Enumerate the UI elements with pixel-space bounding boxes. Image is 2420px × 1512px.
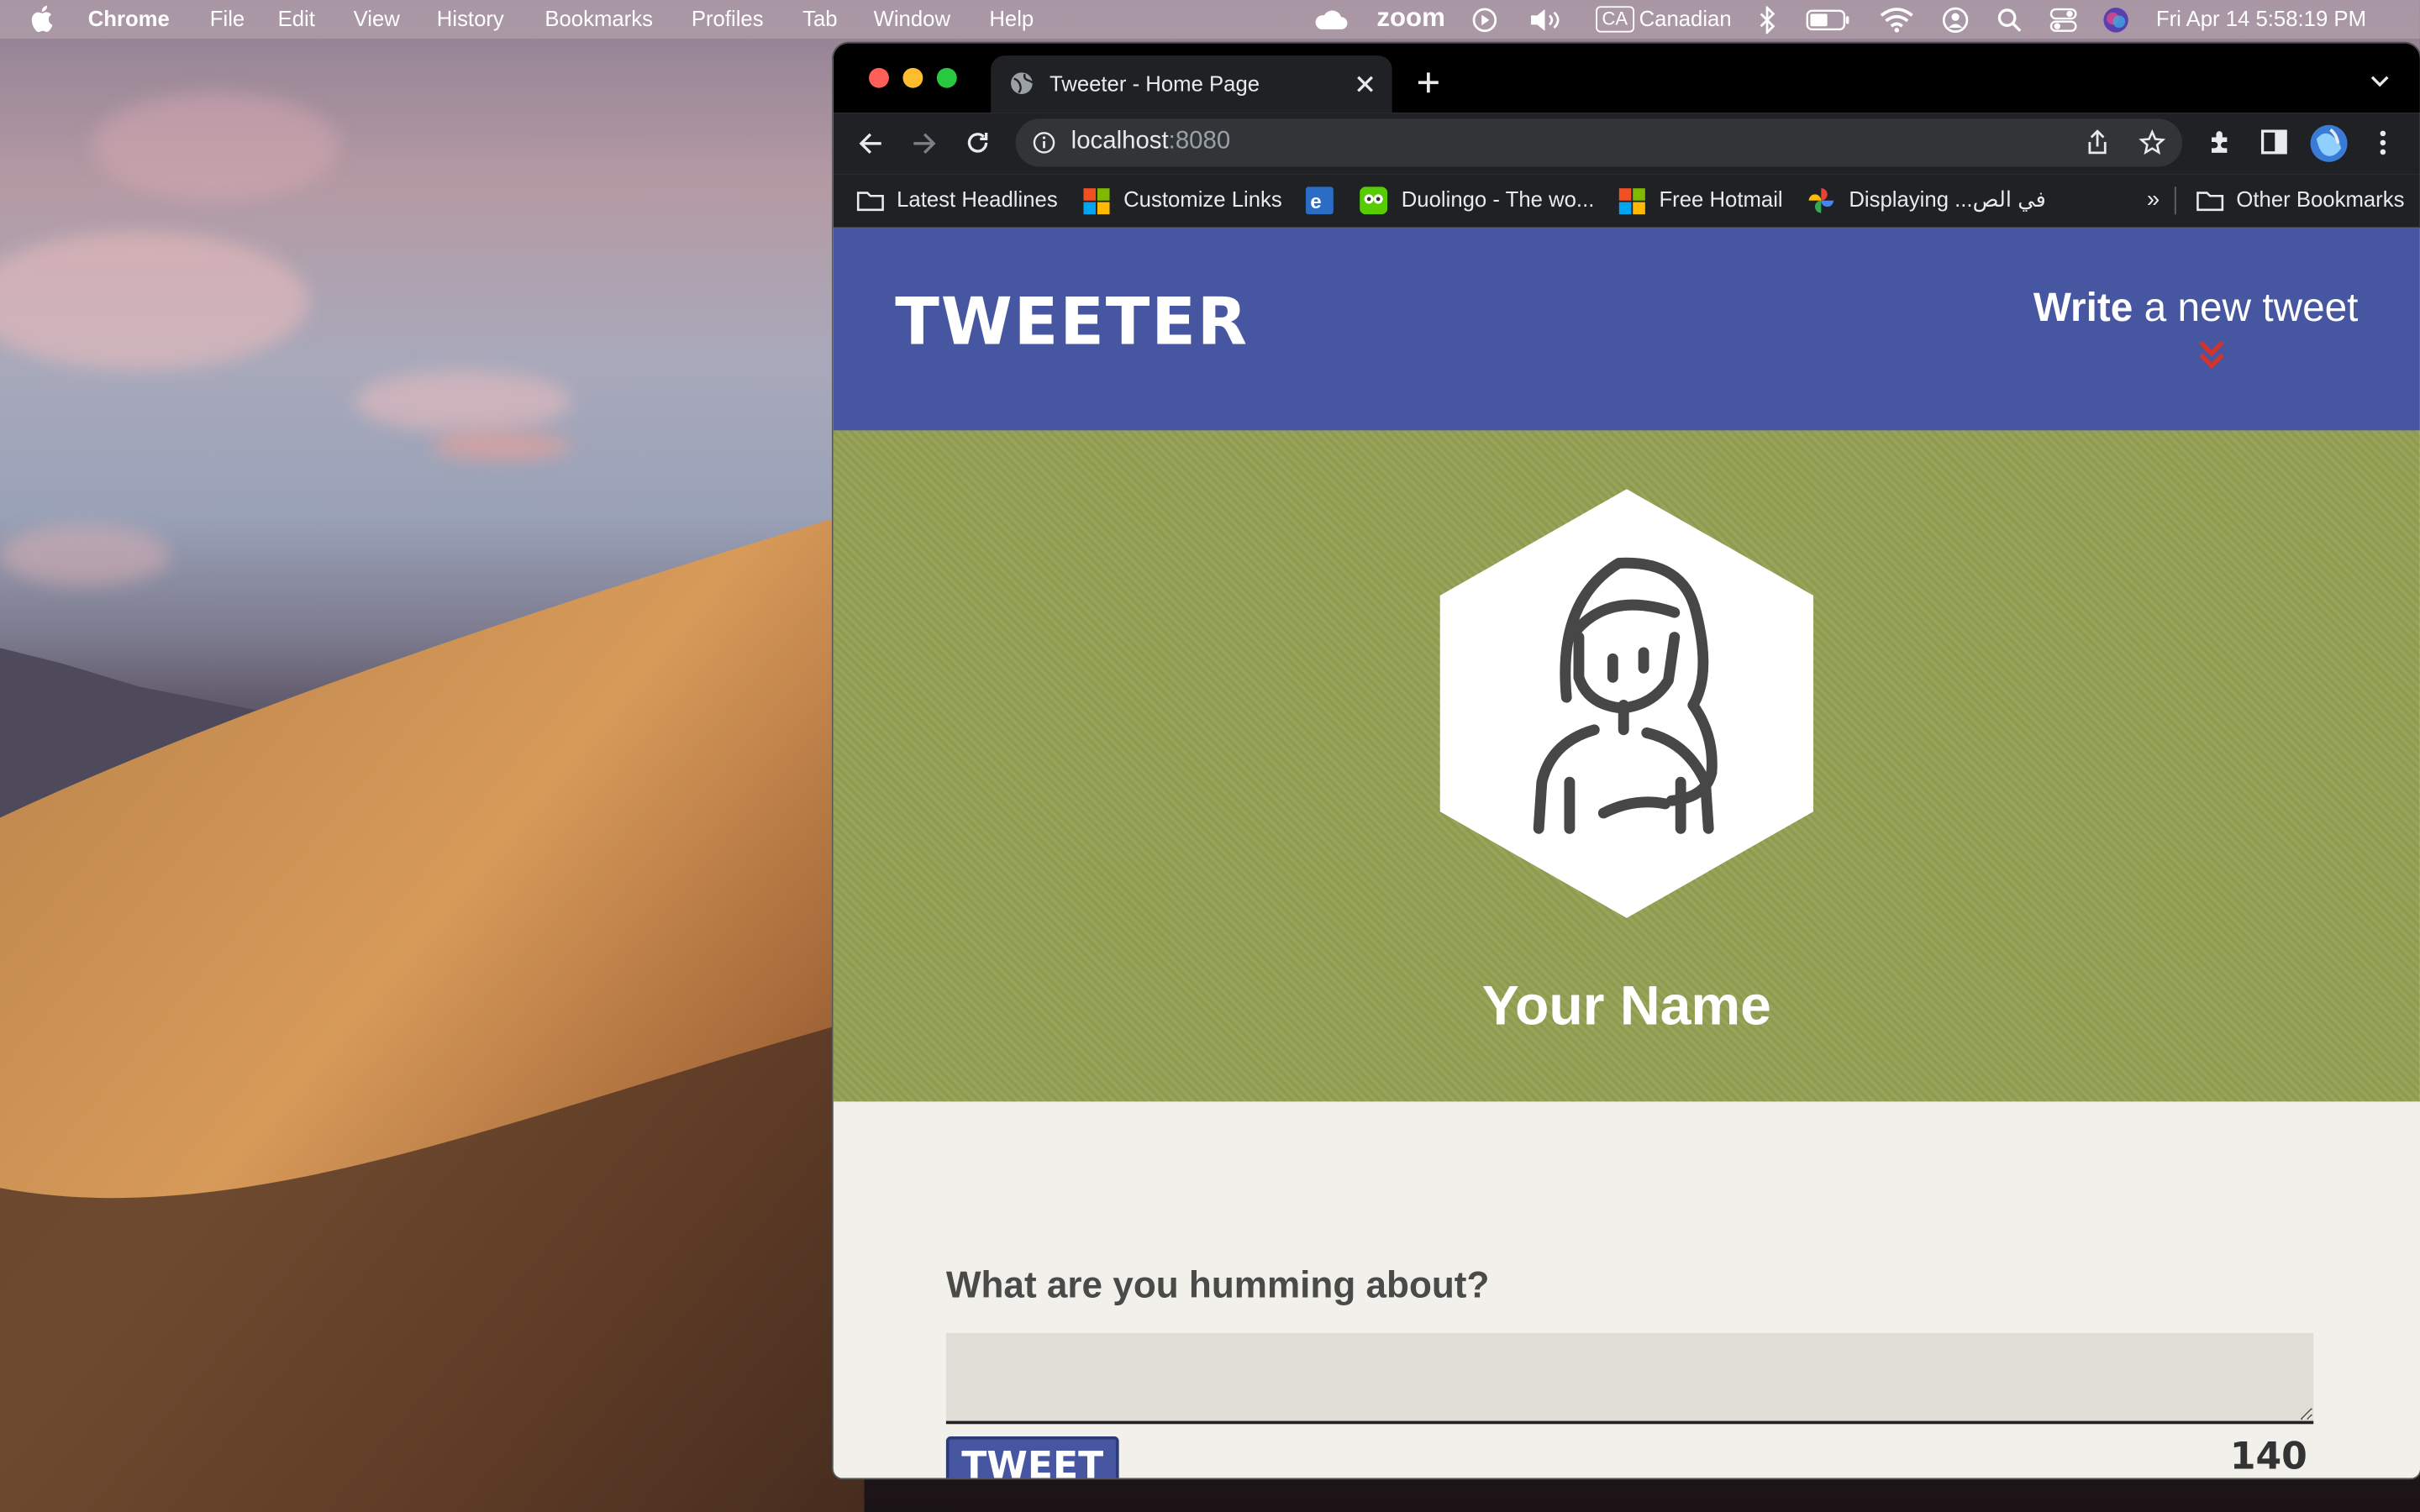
more-bookmarks-chevron[interactable]: » bbox=[2147, 186, 2160, 213]
more-menu-icon[interactable] bbox=[2378, 129, 2387, 155]
volume-icon[interactable] bbox=[1528, 8, 1565, 32]
menu-file[interactable]: File bbox=[210, 6, 245, 30]
write-new-tweet-link[interactable]: Write a new tweet bbox=[2033, 284, 2359, 332]
tab-strip: Tweeter - Home Page bbox=[833, 43, 2420, 113]
bookmark-latest-headlines[interactable]: Latest Headlines bbox=[897, 186, 1058, 211]
new-tab-icon[interactable] bbox=[1417, 71, 1440, 94]
apple-menu-icon[interactable] bbox=[31, 5, 55, 33]
profile-avatar[interactable] bbox=[2309, 123, 2349, 164]
bookmark-other-bookmarks[interactable]: Other Bookmarks bbox=[2236, 186, 2404, 211]
play-icon[interactable] bbox=[1472, 8, 1497, 33]
menu-window[interactable]: Window bbox=[874, 6, 950, 30]
write-label-rest: a new tweet bbox=[2133, 283, 2359, 331]
share-icon[interactable] bbox=[2085, 129, 2109, 155]
sand-dune bbox=[0, 509, 865, 1512]
bookmarks-bar: Latest Headlines Customize Links e Duoli… bbox=[833, 174, 2420, 228]
tab-tweeter-home[interactable]: Tweeter - Home Page bbox=[991, 55, 1392, 113]
profile-avatar-hexagon bbox=[1439, 489, 1814, 918]
tweet-textarea[interactable] bbox=[945, 1332, 2314, 1425]
double-chevron-down-icon[interactable] bbox=[2197, 339, 2225, 370]
bookmark-displaying[interactable]: Displaying ...في الص bbox=[1849, 186, 2046, 213]
close-window-button[interactable] bbox=[869, 67, 889, 88]
user-account-icon[interactable] bbox=[1942, 6, 1970, 34]
side-panel-icon[interactable] bbox=[2260, 129, 2287, 155]
menu-history[interactable]: History bbox=[437, 6, 504, 30]
character-counter: 140 bbox=[2229, 1435, 2307, 1478]
zoom-status-item[interactable]: zoom bbox=[1376, 3, 1445, 34]
reload-icon[interactable] bbox=[965, 129, 991, 155]
tab-search-chevron-icon[interactable] bbox=[2370, 76, 2389, 88]
bookmark-star-icon[interactable] bbox=[2139, 129, 2165, 155]
tab-title: Tweeter - Home Page bbox=[1049, 71, 1260, 96]
input-source-badge[interactable]: CA bbox=[1596, 6, 1634, 33]
e-learning-icon[interactable]: e bbox=[1305, 186, 1334, 215]
bookmark-free-hotmail[interactable]: Free Hotmail bbox=[1659, 186, 1782, 211]
microsoft-logo-icon bbox=[1618, 188, 1645, 215]
menu-clock[interactable]: Fri Apr 14 5:58:19 PM bbox=[2156, 6, 2366, 30]
address-bar[interactable]: localhost:8080 bbox=[1015, 118, 2183, 167]
menu-app-name[interactable]: Chrome bbox=[88, 6, 170, 30]
maximize-window-button[interactable] bbox=[936, 67, 957, 88]
macos-menu-bar: Chrome File Edit View History Bookmarks … bbox=[0, 0, 2420, 39]
close-tab-icon[interactable] bbox=[1356, 76, 1373, 92]
bluetooth-icon[interactable] bbox=[1758, 6, 1776, 34]
back-arrow-icon[interactable] bbox=[858, 131, 882, 155]
menu-edit[interactable]: Edit bbox=[278, 6, 315, 30]
tweet-button[interactable]: TWEET bbox=[945, 1436, 1119, 1478]
site-info-icon[interactable] bbox=[1033, 131, 1056, 155]
input-source-label[interactable]: Canadian bbox=[1639, 6, 1732, 30]
spotlight-search-icon[interactable] bbox=[1997, 8, 2022, 32]
forward-arrow-icon[interactable] bbox=[912, 131, 936, 155]
site-header: TWEETER Write a new tweet bbox=[833, 228, 2420, 431]
menu-bookmarks[interactable]: Bookmarks bbox=[544, 6, 653, 30]
profile-name: Your Name bbox=[1481, 973, 1771, 1037]
cloud-icon[interactable] bbox=[1312, 9, 1349, 31]
folder-icon bbox=[2196, 192, 2224, 212]
url-text: localhost:8080 bbox=[1071, 128, 1231, 155]
duolingo-owl-icon bbox=[1360, 186, 1388, 215]
browser-window: Tweeter - Home Page localhost:8080 Lates… bbox=[833, 43, 2420, 1478]
web-page: TWEETER Write a new tweet Your Name What… bbox=[833, 228, 2420, 1478]
bookmark-duolingo[interactable]: Duolingo - The wo... bbox=[1402, 186, 1595, 211]
battery-icon[interactable] bbox=[1806, 9, 1852, 31]
url-port: :8080 bbox=[1168, 128, 1231, 155]
browser-toolbar: localhost:8080 bbox=[833, 113, 2420, 175]
composer-label: What are you humming about? bbox=[945, 1265, 1490, 1307]
bookmark-customize-links[interactable]: Customize Links bbox=[1123, 186, 1282, 211]
menu-tab[interactable]: Tab bbox=[802, 6, 837, 30]
google-photos-pinwheel-icon bbox=[1808, 188, 1833, 213]
wifi-icon[interactable] bbox=[1880, 8, 1913, 33]
siri-icon[interactable] bbox=[2102, 6, 2130, 34]
minimize-window-button[interactable] bbox=[902, 67, 923, 88]
menu-view[interactable]: View bbox=[354, 6, 400, 30]
svg-text:e: e bbox=[1310, 191, 1321, 213]
write-label-bold: Write bbox=[2033, 283, 2133, 331]
url-host: localhost bbox=[1071, 128, 1169, 155]
globe-icon bbox=[1011, 72, 1034, 95]
folder-icon bbox=[856, 192, 884, 212]
menu-profiles[interactable]: Profiles bbox=[692, 6, 764, 30]
extensions-puzzle-icon[interactable] bbox=[2207, 128, 2234, 155]
microsoft-logo-icon bbox=[1083, 188, 1110, 215]
profile-banner: Your Name bbox=[833, 430, 2420, 1102]
menu-help[interactable]: Help bbox=[989, 6, 1034, 30]
site-logo[interactable]: TWEETER bbox=[895, 284, 1249, 360]
bookmarks-divider bbox=[2174, 186, 2176, 215]
control-center-icon[interactable] bbox=[2049, 8, 2077, 32]
